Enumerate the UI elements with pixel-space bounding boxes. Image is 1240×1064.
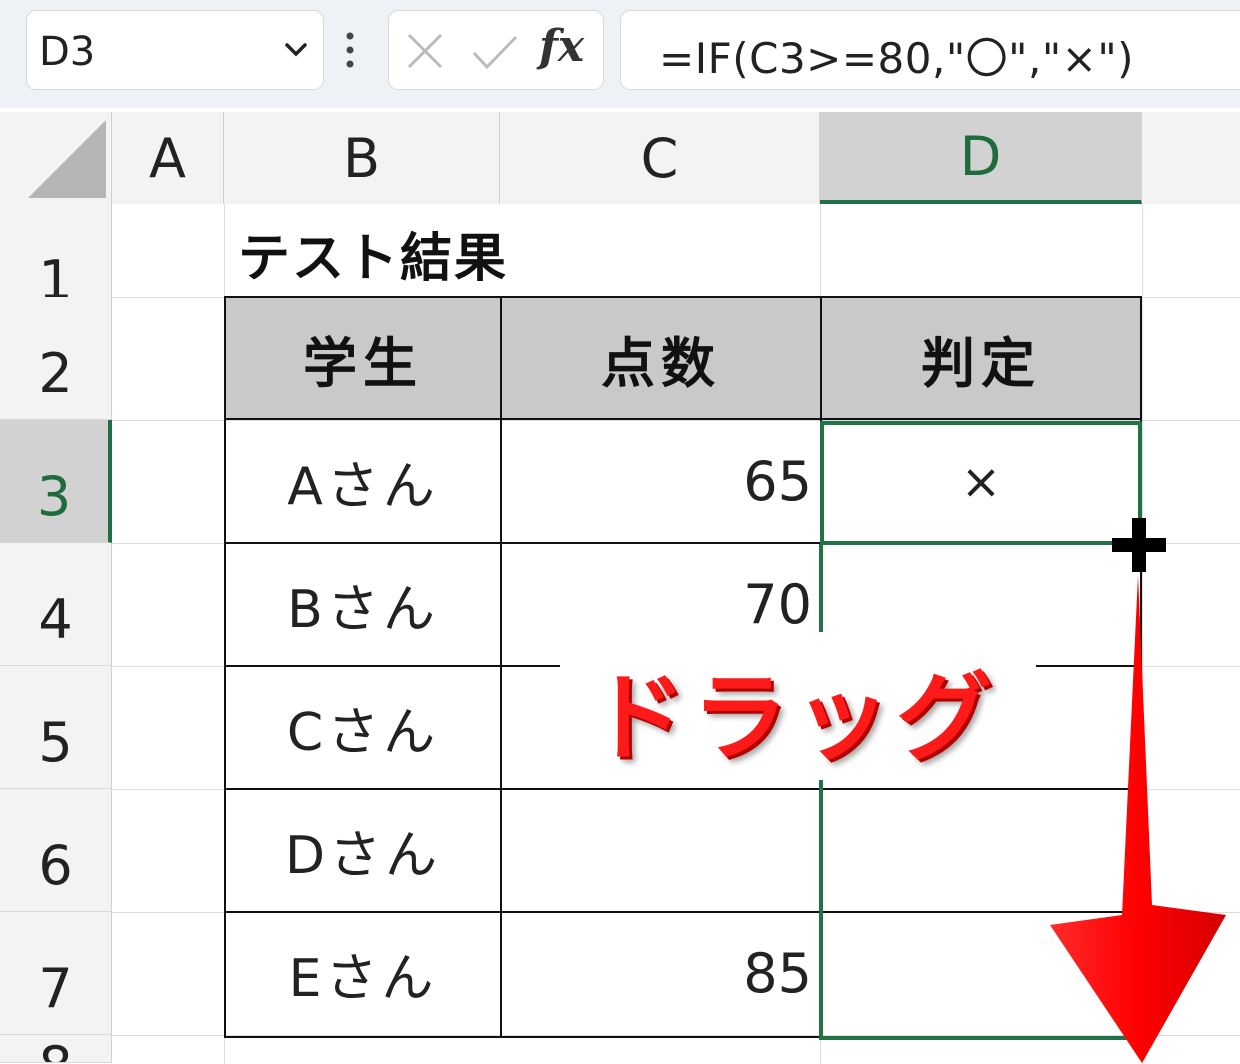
cancel-icon[interactable] — [405, 31, 445, 71]
row-header-3[interactable]: 3 — [0, 420, 112, 543]
student-cell[interactable]: Aさん — [226, 420, 500, 543]
column-header-a[interactable]: A — [112, 112, 224, 204]
chevron-down-icon[interactable] — [283, 37, 309, 63]
name-box-value[interactable]: D3 — [39, 29, 95, 75]
header-cell-score[interactable]: 点数 — [502, 298, 820, 420]
student-cell[interactable]: Cさん — [226, 666, 500, 789]
check-icon[interactable] — [471, 33, 519, 73]
score-cell[interactable] — [502, 789, 812, 912]
student-cell[interactable]: Bさん — [226, 543, 500, 666]
row-header-4[interactable]: 4 — [0, 543, 112, 666]
score-cell[interactable]: 65 — [502, 420, 812, 543]
formula-bar: D3 fx =IF(C3>=80,"〇","×") — [0, 0, 1240, 108]
select-all-triangle-icon — [28, 120, 106, 198]
fill-handle-cursor-icon[interactable] — [1112, 518, 1166, 572]
header-cell-judge[interactable]: 判定 — [822, 298, 1140, 420]
arrow-down-icon — [1050, 575, 1226, 1063]
select-all-button[interactable] — [0, 112, 112, 204]
score-cell[interactable]: 85 — [502, 912, 812, 1035]
formula-input[interactable]: =IF(C3>=80,"〇","×") — [620, 10, 1240, 90]
row-header-7[interactable]: 7 — [0, 912, 112, 1035]
row-header-6[interactable]: 6 — [0, 789, 112, 912]
more-options-icon[interactable] — [343, 30, 357, 70]
row-header-2[interactable]: 2 — [0, 297, 112, 420]
sheet-title-cell[interactable]: テスト結果 — [238, 216, 508, 291]
fill-range-outline — [819, 544, 823, 1040]
column-header-d[interactable]: D — [820, 112, 1142, 204]
column-header-e[interactable] — [1142, 112, 1240, 204]
student-cell[interactable]: Dさん — [226, 789, 500, 912]
header-cell-student[interactable]: 学生 — [226, 298, 500, 420]
row-header-5[interactable]: 5 — [0, 666, 112, 789]
formula-controls: fx — [388, 10, 604, 90]
active-cell-selection[interactable] — [820, 421, 1142, 545]
column-header-b[interactable]: B — [224, 112, 500, 204]
column-header-c[interactable]: C — [500, 112, 820, 204]
row-header-8[interactable]: 8 — [0, 1035, 112, 1063]
name-box[interactable]: D3 — [26, 10, 324, 90]
formula-text[interactable]: =IF(C3>=80,"〇","×") — [659, 25, 1134, 86]
insert-function-button[interactable]: fx — [539, 21, 584, 72]
drag-annotation-label: ドラッグ — [590, 662, 998, 774]
student-cell[interactable]: Eさん — [226, 912, 500, 1035]
